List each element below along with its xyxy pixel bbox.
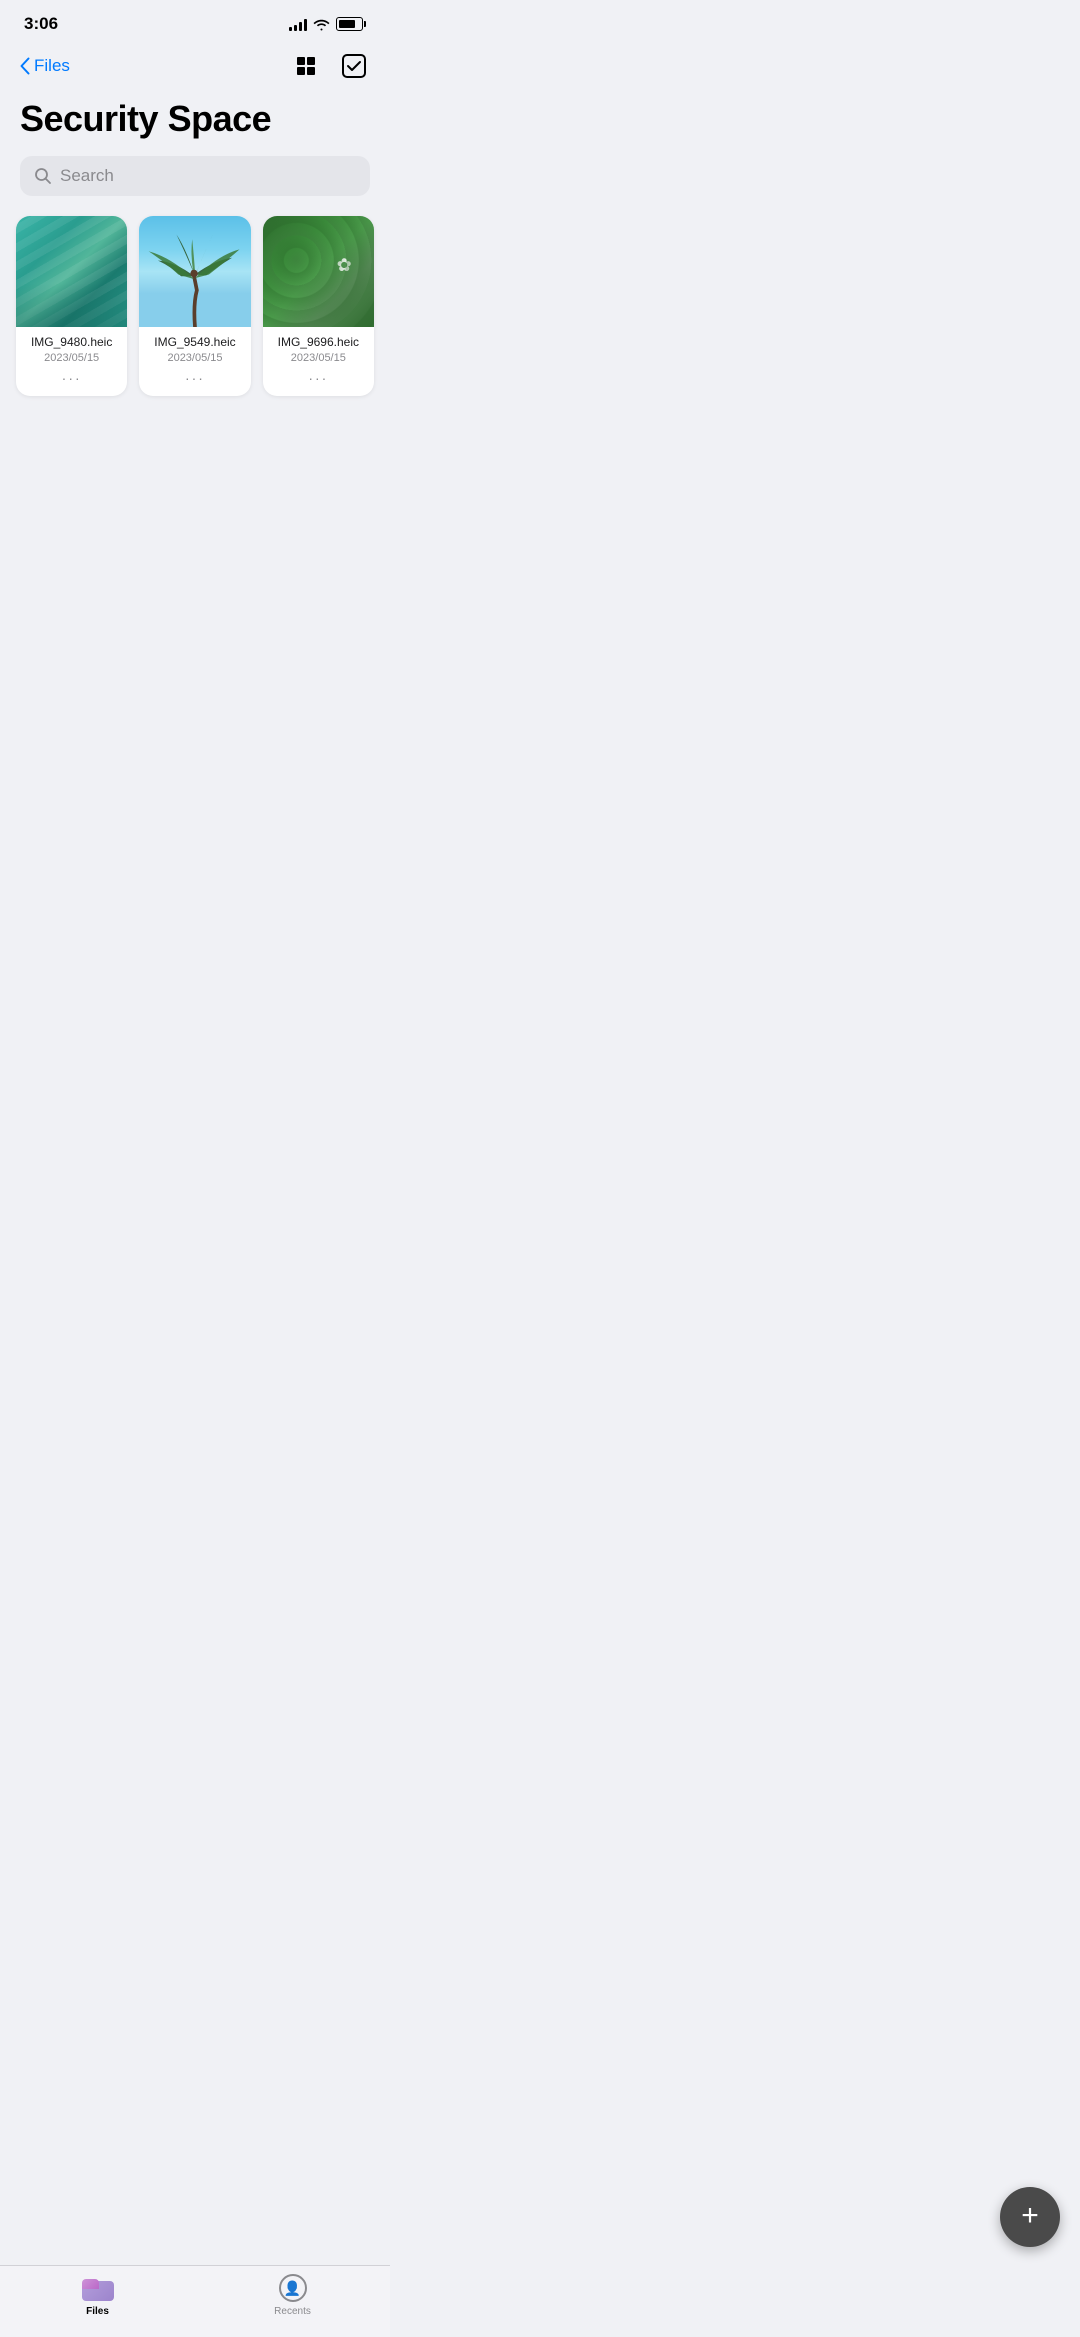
folder-icon [82, 2275, 114, 2301]
file-menu-1[interactable]: ··· [26, 370, 117, 386]
file-card-2[interactable]: IMG_9549.heic 2023/05/15 ··· [139, 216, 250, 396]
recents-person-icon: 👤 [284, 2280, 301, 2297]
page-title: Security Space [0, 94, 390, 156]
back-button[interactable]: Files [20, 56, 70, 76]
file-thumbnail-2 [139, 216, 250, 327]
status-bar: 3:06 [0, 0, 390, 42]
status-icons [289, 17, 366, 31]
nav-actions [290, 50, 370, 82]
file-date-2: 2023/05/15 [149, 352, 240, 364]
select-button[interactable] [338, 50, 370, 82]
file-thumbnail-1 [16, 216, 127, 327]
recents-icon: 👤 [279, 2274, 307, 2302]
search-container: Search [0, 156, 390, 216]
recents-tab-icon-wrap: 👤 [275, 2274, 311, 2302]
content-area: IMG_9480.heic 2023/05/15 ··· [0, 216, 390, 516]
battery-icon [336, 17, 366, 31]
file-info-2: IMG_9549.heic 2023/05/15 ··· [139, 327, 250, 396]
signal-bars-icon [289, 17, 307, 31]
file-info-1: IMG_9480.heic 2023/05/15 ··· [16, 327, 127, 396]
palm-tree-illustration [139, 216, 250, 327]
tab-files[interactable]: Files [0, 2274, 195, 2317]
back-label: Files [34, 56, 70, 76]
tab-bar: Files 👤 Recents [0, 2265, 390, 2337]
file-date-3: 2023/05/15 [273, 352, 364, 364]
nav-bar: Files [0, 42, 390, 94]
grid-view-icon [294, 54, 318, 78]
file-menu-3[interactable]: ··· [273, 370, 364, 386]
files-tab-icon-wrap [80, 2274, 116, 2302]
file-name-3: IMG_9696.heic [273, 335, 364, 349]
plus-icon: + [1021, 2201, 1039, 2231]
search-bar[interactable]: Search [20, 156, 370, 196]
file-card-3[interactable]: IMG_9696.heic 2023/05/15 ··· [263, 216, 374, 396]
tab-files-label: Files [86, 2306, 109, 2317]
add-file-button[interactable]: + [1000, 2187, 1060, 2247]
tab-recents-label: Recents [274, 2306, 311, 2317]
file-name-2: IMG_9549.heic [149, 335, 240, 349]
file-grid: IMG_9480.heic 2023/05/15 ··· [0, 216, 390, 396]
checkmark-square-icon [341, 53, 367, 79]
file-card-1[interactable]: IMG_9480.heic 2023/05/15 ··· [16, 216, 127, 396]
file-info-3: IMG_9696.heic 2023/05/15 ··· [263, 327, 374, 396]
status-time: 3:06 [24, 14, 58, 34]
back-chevron-icon [20, 57, 30, 75]
grid-view-button[interactable] [290, 50, 322, 82]
file-name-1: IMG_9480.heic [26, 335, 117, 349]
search-placeholder: Search [60, 166, 114, 186]
search-icon [34, 167, 52, 185]
file-menu-2[interactable]: ··· [149, 370, 240, 386]
file-date-1: 2023/05/15 [26, 352, 117, 364]
file-thumbnail-3 [263, 216, 374, 327]
tab-recents[interactable]: 👤 Recents [195, 2274, 390, 2317]
wifi-icon [313, 18, 330, 31]
